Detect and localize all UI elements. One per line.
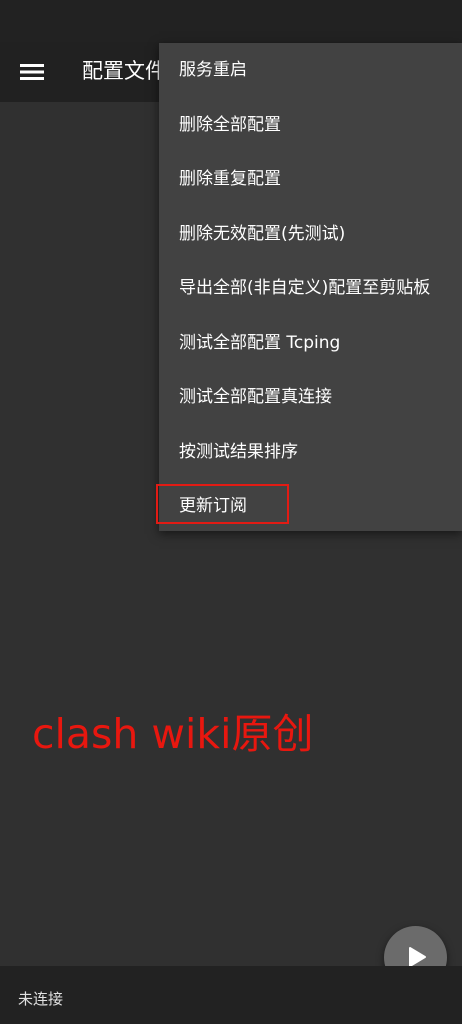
menu-item-label: 删除无效配置(先测试) [179, 223, 346, 244]
watermark-text: clash wiki原创 [32, 710, 314, 758]
highlight-annotation-box [156, 484, 289, 524]
menu-item-sort-by-test-result[interactable]: 按测试结果排序 [159, 425, 462, 479]
page-title: 配置文件 [82, 59, 166, 83]
menu-item-test-tcping[interactable]: 测试全部配置 Tcping [159, 316, 462, 370]
menu-item-label: 删除重复配置 [179, 169, 281, 189]
menu-item-label: 按测试结果排序 [179, 441, 298, 462]
bottom-status-bar: 未连接 [0, 966, 462, 1024]
menu-item-delete-all-configs[interactable]: 删除全部配置 [159, 98, 462, 152]
menu-item-delete-duplicate-configs[interactable]: 删除重复配置 [159, 152, 462, 206]
overflow-menu: 服务重启 删除全部配置 删除重复配置 删除无效配置(先测试) 导出全部(非自定义… [159, 43, 462, 531]
menu-item-label: 服务重启 [179, 60, 247, 80]
menu-item-label: 测试全部配置 Tcping [179, 332, 341, 353]
menu-item-label: 删除全部配置 [179, 114, 281, 135]
menu-item-label: 导出全部(非自定义)配置至剪贴板 [179, 278, 431, 298]
menu-item-label: 测试全部配置真连接 [179, 387, 332, 407]
menu-item-restart-service[interactable]: 服务重启 [159, 43, 462, 97]
menu-item-test-real-connection[interactable]: 测试全部配置真连接 [159, 370, 462, 424]
menu-item-export-configs-clipboard[interactable]: 导出全部(非自定义)配置至剪贴板 [159, 261, 462, 315]
menu-item-delete-invalid-configs[interactable]: 删除无效配置(先测试) [159, 207, 462, 261]
connection-status-text: 未连接 [18, 990, 64, 1008]
hamburger-menu-icon[interactable] [20, 61, 44, 83]
status-bar [0, 0, 462, 42]
